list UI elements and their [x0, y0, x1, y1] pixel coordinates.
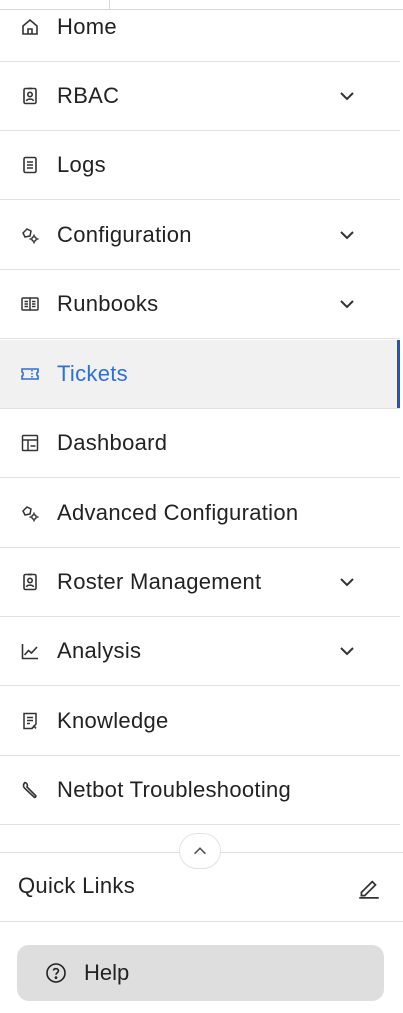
help-button[interactable]: Help — [17, 945, 384, 1001]
dashboard-icon — [19, 432, 41, 454]
sidebar-item-analysis[interactable]: Analysis — [0, 617, 400, 686]
id-badge-icon — [19, 571, 41, 593]
sidebar-item-label: Configuration — [57, 222, 192, 247]
gear-config-icon — [19, 224, 41, 246]
edit-pencil-icon[interactable] — [356, 874, 382, 900]
help-label: Help — [84, 960, 130, 985]
sidebar-item-label: RBAC — [57, 83, 120, 108]
sidebar-item-label: Netbot Troubleshooting — [57, 777, 292, 802]
wrench-icon — [19, 779, 41, 801]
help-circle-icon — [46, 963, 66, 983]
sidebar-item-label: Analysis — [57, 638, 142, 663]
sidebar-item-roster-management[interactable]: Roster Management — [0, 548, 400, 617]
chart-line-icon — [19, 640, 41, 662]
sidebar-item-tickets[interactable]: Tickets — [0, 340, 400, 409]
book-open-icon — [19, 293, 41, 315]
quick-links-label: Quick Links — [18, 873, 136, 898]
id-badge-icon — [19, 85, 41, 107]
knowledge-doc-icon — [19, 710, 41, 732]
sidebar-item-advanced-configuration[interactable]: Advanced Configuration — [0, 479, 400, 548]
sidebar-item-label: Runbooks — [57, 291, 159, 316]
sidebar-item-configuration[interactable]: Configuration — [0, 201, 400, 270]
sidebar-item-home[interactable]: Home — [0, 0, 400, 62]
chevron-down-icon[interactable] — [337, 572, 357, 592]
sidebar-item-runbooks[interactable]: Runbooks — [0, 270, 400, 339]
chevron-down-icon[interactable] — [337, 225, 357, 245]
home-icon — [19, 16, 41, 38]
sidebar-item-label: Tickets — [57, 361, 128, 386]
sidebar-item-netbot-troubleshooting[interactable]: Netbot Troubleshooting — [0, 756, 400, 825]
sidebar-item-label: Home — [57, 14, 117, 39]
sidebar-item-label: Advanced Configuration — [57, 500, 299, 525]
sidebar-item-knowledge[interactable]: Knowledge — [0, 687, 400, 756]
sidebar-item-rbac[interactable]: RBAC — [0, 62, 400, 131]
sidebar-item-logs[interactable]: Logs — [0, 131, 400, 200]
chevron-down-icon[interactable] — [337, 294, 357, 314]
gear-config-icon — [19, 502, 41, 524]
list-doc-icon — [19, 154, 41, 176]
sidebar-item-label: Logs — [57, 152, 106, 177]
chevron-down-icon[interactable] — [337, 641, 357, 661]
sidebar-item-label: Roster Management — [57, 569, 262, 594]
chevron-down-icon[interactable] — [337, 86, 357, 106]
sidebar-item-label: Dashboard — [57, 430, 168, 455]
sidebar-item-dashboard[interactable]: Dashboard — [0, 409, 400, 478]
quick-links-section: Quick Links — [0, 853, 403, 922]
sidebar-item-label: Knowledge — [57, 708, 169, 733]
ticket-icon — [19, 363, 41, 385]
